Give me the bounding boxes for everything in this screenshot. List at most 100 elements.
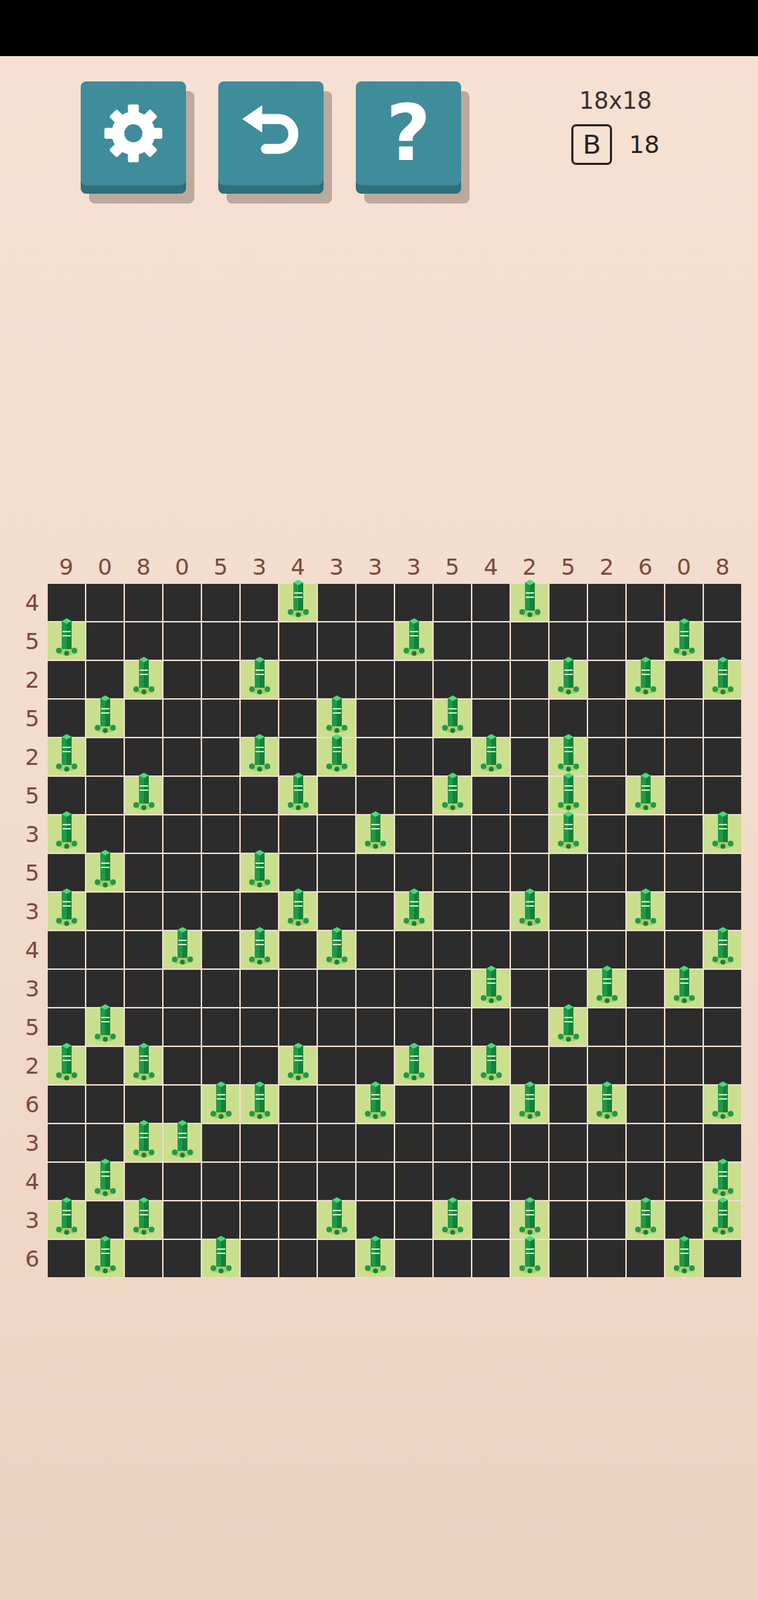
empty-cell[interactable] <box>240 1200 279 1240</box>
empty-cell[interactable] <box>278 699 318 738</box>
empty-cell[interactable] <box>433 930 472 970</box>
tree-cell[interactable] <box>278 1046 318 1086</box>
empty-cell[interactable] <box>162 699 202 738</box>
empty-cell[interactable] <box>703 1123 742 1163</box>
empty-cell[interactable] <box>626 583 665 622</box>
tree-cell[interactable] <box>510 1239 549 1279</box>
tree-cell[interactable] <box>317 930 356 970</box>
empty-cell[interactable] <box>433 660 472 700</box>
empty-cell[interactable] <box>626 1123 665 1163</box>
empty-cell[interactable] <box>548 969 588 1008</box>
tree-cell[interactable] <box>471 737 511 777</box>
settings-button[interactable] <box>80 81 186 194</box>
empty-cell[interactable] <box>85 660 125 700</box>
empty-cell[interactable] <box>394 853 434 893</box>
empty-cell[interactable] <box>162 1046 202 1086</box>
empty-cell[interactable] <box>664 814 704 854</box>
empty-cell[interactable] <box>703 1007 742 1047</box>
empty-cell[interactable] <box>317 969 356 1008</box>
empty-cell[interactable] <box>201 1007 241 1047</box>
empty-cell[interactable] <box>664 1162 704 1201</box>
tree-cell[interactable] <box>394 621 434 661</box>
tree-cell[interactable] <box>85 1239 125 1279</box>
empty-cell[interactable] <box>548 1239 588 1279</box>
empty-cell[interactable] <box>471 1239 511 1279</box>
empty-cell[interactable] <box>394 660 434 700</box>
empty-cell[interactable] <box>587 660 627 700</box>
tree-cell[interactable] <box>47 1046 86 1086</box>
empty-cell[interactable] <box>162 1200 202 1240</box>
empty-cell[interactable] <box>587 892 627 931</box>
empty-cell[interactable] <box>317 1162 356 1201</box>
tree-cell[interactable] <box>703 814 742 854</box>
empty-cell[interactable] <box>278 1239 318 1279</box>
empty-cell[interactable] <box>510 969 549 1008</box>
empty-cell[interactable] <box>240 1007 279 1047</box>
empty-cell[interactable] <box>240 1239 279 1279</box>
empty-cell[interactable] <box>664 1200 704 1240</box>
empty-cell[interactable] <box>317 1007 356 1047</box>
empty-cell[interactable] <box>587 814 627 854</box>
tree-cell[interactable] <box>664 1239 704 1279</box>
tree-cell[interactable] <box>664 969 704 1008</box>
empty-cell[interactable] <box>201 1123 241 1163</box>
empty-cell[interactable] <box>124 621 163 661</box>
empty-cell[interactable] <box>355 1162 395 1201</box>
tree-cell[interactable] <box>162 930 202 970</box>
tree-cell[interactable] <box>278 776 318 815</box>
empty-cell[interactable] <box>47 776 86 815</box>
empty-cell[interactable] <box>626 814 665 854</box>
tree-cell[interactable] <box>355 1239 395 1279</box>
empty-cell[interactable] <box>162 853 202 893</box>
empty-cell[interactable] <box>433 1007 472 1047</box>
empty-cell[interactable] <box>162 969 202 1008</box>
empty-cell[interactable] <box>433 853 472 893</box>
empty-cell[interactable] <box>703 583 742 622</box>
empty-cell[interactable] <box>510 814 549 854</box>
empty-cell[interactable] <box>278 1123 318 1163</box>
empty-cell[interactable] <box>162 737 202 777</box>
empty-cell[interactable] <box>355 737 395 777</box>
empty-cell[interactable] <box>162 814 202 854</box>
empty-cell[interactable] <box>201 699 241 738</box>
empty-cell[interactable] <box>510 699 549 738</box>
tree-cell[interactable] <box>510 1200 549 1240</box>
tree-cell[interactable] <box>124 1200 163 1240</box>
empty-cell[interactable] <box>201 853 241 893</box>
tree-cell[interactable] <box>626 660 665 700</box>
empty-cell[interactable] <box>85 930 125 970</box>
empty-cell[interactable] <box>394 699 434 738</box>
empty-cell[interactable] <box>317 1239 356 1279</box>
tree-cell[interactable] <box>355 1085 395 1124</box>
empty-cell[interactable] <box>548 583 588 622</box>
empty-cell[interactable] <box>394 814 434 854</box>
empty-cell[interactable] <box>317 853 356 893</box>
empty-cell[interactable] <box>587 1162 627 1201</box>
tree-cell[interactable] <box>124 660 163 700</box>
empty-cell[interactable] <box>548 930 588 970</box>
tree-cell[interactable] <box>703 930 742 970</box>
empty-cell[interactable] <box>587 853 627 893</box>
empty-cell[interactable] <box>394 737 434 777</box>
empty-cell[interactable] <box>201 892 241 931</box>
empty-cell[interactable] <box>240 969 279 1008</box>
tree-cell[interactable] <box>548 814 588 854</box>
empty-cell[interactable] <box>201 1162 241 1201</box>
tree-cell[interactable] <box>510 583 549 622</box>
empty-cell[interactable] <box>664 853 704 893</box>
empty-cell[interactable] <box>510 930 549 970</box>
empty-cell[interactable] <box>394 1239 434 1279</box>
empty-cell[interactable] <box>162 660 202 700</box>
empty-cell[interactable] <box>471 699 511 738</box>
empty-cell[interactable] <box>471 930 511 970</box>
empty-cell[interactable] <box>162 776 202 815</box>
tree-cell[interactable] <box>124 776 163 815</box>
empty-cell[interactable] <box>85 969 125 1008</box>
empty-cell[interactable] <box>510 737 549 777</box>
empty-cell[interactable] <box>278 1162 318 1201</box>
empty-cell[interactable] <box>510 1007 549 1047</box>
empty-cell[interactable] <box>201 1200 241 1240</box>
empty-cell[interactable] <box>278 853 318 893</box>
empty-cell[interactable] <box>433 737 472 777</box>
empty-cell[interactable] <box>626 1007 665 1047</box>
